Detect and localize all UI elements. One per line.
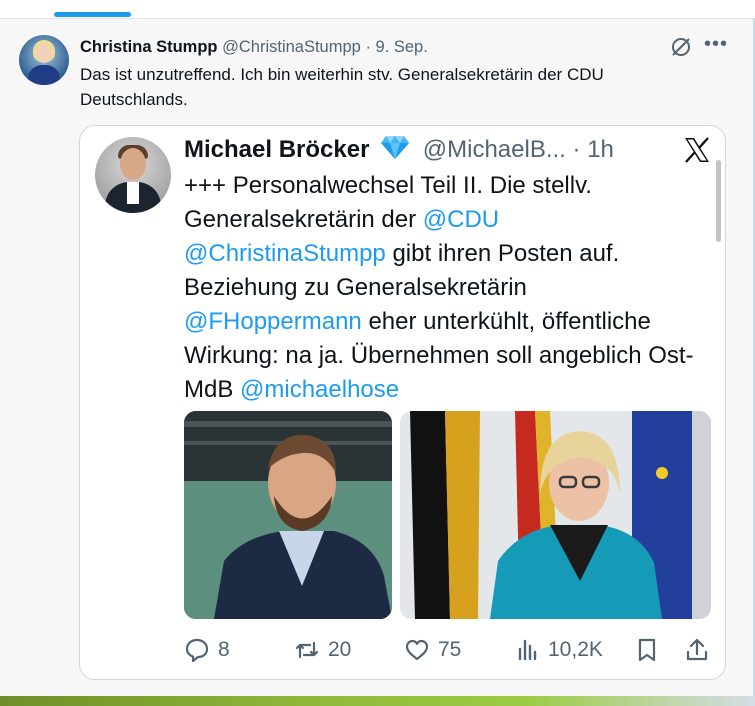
grok-icon[interactable] bbox=[669, 35, 693, 59]
quoted-post-time[interactable]: 1h bbox=[587, 136, 614, 163]
like-count: 75 bbox=[438, 638, 462, 661]
meta-separator: · bbox=[365, 38, 371, 56]
post-date[interactable]: 9. Sep. bbox=[376, 38, 428, 56]
quoted-author-name[interactable]: Michael Bröcker bbox=[184, 136, 369, 163]
more-icon[interactable]: ••• bbox=[704, 34, 728, 58]
quoted-author-avatar[interactable] bbox=[95, 137, 171, 213]
top-tab-bar bbox=[0, 0, 755, 19]
mention-christinastumpp[interactable]: @ChristinaStumpp bbox=[184, 240, 386, 267]
quoted-post-header: Michael Bröcker @MichaelB... · 1h bbox=[184, 134, 614, 165]
background-image-strip bbox=[0, 696, 755, 706]
mention-michaelhose[interactable]: @michaelhose bbox=[240, 376, 399, 403]
post-text: Das ist unzutreffend. Ich bin weiterhin … bbox=[80, 65, 604, 109]
mention-fhoppermann[interactable]: @FHoppermann bbox=[184, 308, 362, 335]
like-button[interactable]: 75 bbox=[404, 634, 461, 666]
reply-button[interactable]: 8 bbox=[184, 634, 230, 666]
quoted-action-bar: 8 20 75 10,2K bbox=[184, 634, 714, 666]
x-logo-icon bbox=[685, 137, 709, 163]
views-icon bbox=[518, 639, 537, 661]
repost-count: 20 bbox=[328, 638, 352, 661]
scrollbar[interactable] bbox=[716, 160, 721, 242]
quoted-text-segment: +++ Personalwechsel Teil II. Die stellv.… bbox=[184, 172, 592, 233]
reply-icon bbox=[185, 638, 209, 663]
post-photo-woman[interactable] bbox=[400, 411, 711, 619]
author-name[interactable]: Christina Stumpp bbox=[80, 38, 218, 56]
like-icon bbox=[405, 639, 429, 661]
share-button[interactable] bbox=[684, 634, 710, 666]
author-handle[interactable]: @ChristinaStumpp bbox=[222, 38, 361, 56]
quoted-author-handle[interactable]: @MichaelB... bbox=[423, 136, 566, 163]
views-count: 10,2K bbox=[548, 638, 603, 661]
bookmark-button[interactable] bbox=[634, 634, 660, 666]
repost-button[interactable]: 20 bbox=[294, 634, 351, 666]
active-tab-indicator bbox=[54, 12, 131, 17]
quoted-meta-separator: · bbox=[572, 136, 581, 163]
quoted-post-text: +++ Personalwechsel Teil II. Die stellv.… bbox=[184, 169, 704, 407]
quoted-post-card[interactable]: Michael Bröcker @MichaelB... · 1h +++ Pe… bbox=[79, 125, 726, 680]
post-header: Christina Stumpp @ChristinaStumpp · 9. S… bbox=[80, 37, 428, 57]
repost-icon bbox=[295, 641, 319, 659]
bookmark-icon bbox=[638, 638, 656, 662]
author-avatar[interactable] bbox=[19, 35, 69, 85]
mention-cdu[interactable]: @CDU bbox=[423, 206, 499, 233]
views-button[interactable]: 10,2K bbox=[514, 634, 603, 666]
reply-count: 8 bbox=[218, 638, 230, 661]
share-icon bbox=[686, 638, 708, 661]
post-photo-man[interactable] bbox=[184, 411, 392, 619]
verified-icon bbox=[381, 136, 410, 159]
